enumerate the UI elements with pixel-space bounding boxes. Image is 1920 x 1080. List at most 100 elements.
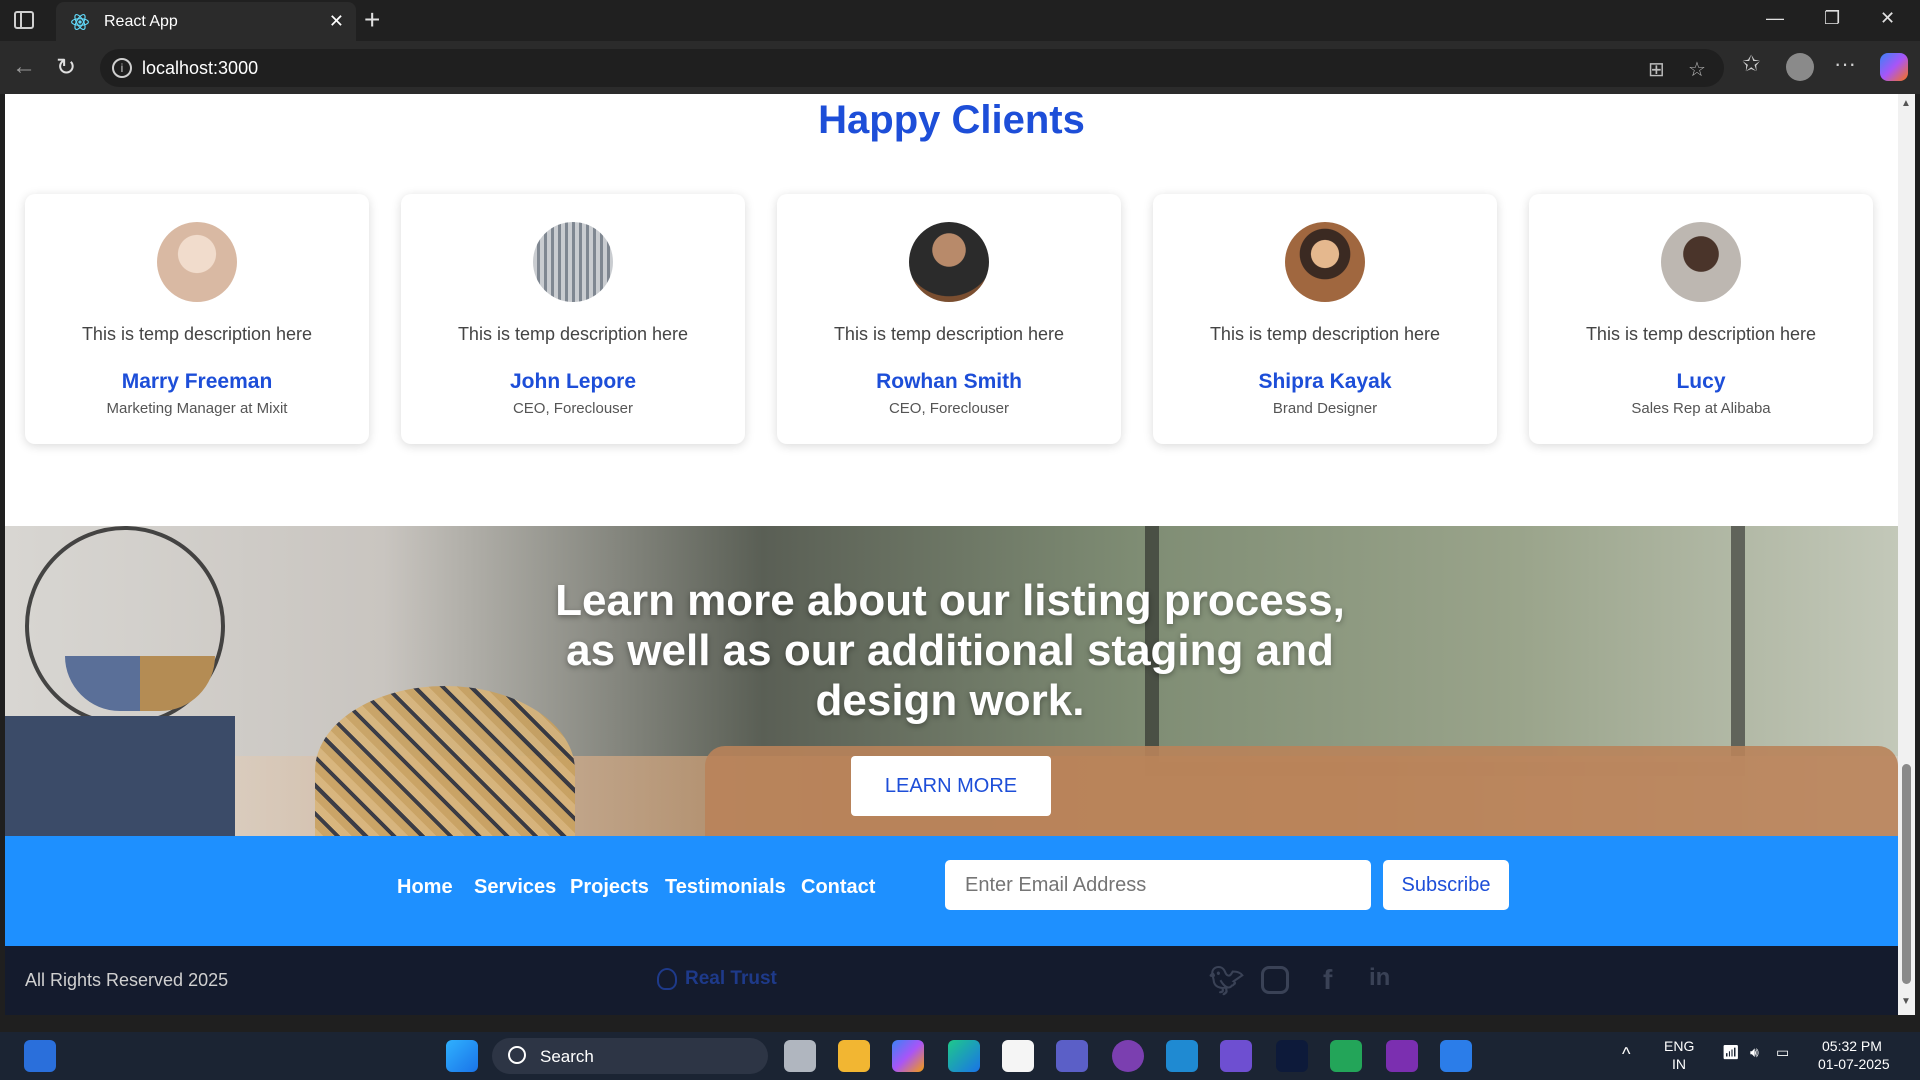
copilot-icon[interactable] [1880, 53, 1908, 81]
qc-app-icon[interactable] [1330, 1040, 1362, 1072]
edge-icon[interactable] [948, 1040, 980, 1072]
browser-tab[interactable]: React App ✕ [56, 2, 356, 41]
restore-icon[interactable]: ❐ [1824, 8, 1840, 29]
instagram-icon[interactable] [1261, 966, 1289, 994]
photoshop-icon[interactable] [1276, 1040, 1308, 1072]
client-description: This is temp description here [1209, 324, 1441, 344]
client-description: This is temp description here [457, 324, 689, 344]
clock-date[interactable]: 01-07-2025 [1818, 1056, 1890, 1072]
minimize-icon[interactable]: — [1766, 8, 1784, 29]
client-role: Marketing Manager at Mixit [106, 400, 288, 417]
scroll-up-icon[interactable]: ▲ [1901, 98, 1911, 109]
client-name: John Lepore [509, 370, 636, 393]
client-description: This is temp description here [1585, 324, 1817, 344]
address-bar-row: ← ↻ i localhost:3000 ⊞ ☆ ✩ ··· [0, 41, 1920, 94]
learn-more-button[interactable]: LEARN MORE [851, 756, 1051, 816]
client-cards: This is temp description here Marry Free… [25, 194, 1880, 444]
client-role: CEO, Foreclouser [888, 400, 1010, 417]
linkedin-icon[interactable]: in [1369, 964, 1390, 992]
show-hidden-icons[interactable]: ^ [1622, 1044, 1630, 1065]
copyright-text: All Rights Reserved 2025 [25, 970, 229, 990]
avatar [533, 222, 613, 302]
facebook-icon[interactable]: f [1323, 964, 1332, 996]
client-role: Brand Designer [1272, 400, 1378, 417]
scroll-thumb[interactable] [1902, 764, 1911, 984]
client-description: This is temp description here [81, 324, 313, 344]
footer-link-testimonials[interactable]: Testimonials [665, 876, 786, 899]
close-window-icon[interactable]: ✕ [1880, 8, 1895, 29]
reload-icon[interactable]: ↻ [56, 53, 76, 82]
widgets-icon[interactable] [24, 1040, 56, 1072]
taskbar-search[interactable]: Search [492, 1038, 768, 1074]
client-card: This is temp description here Lucy Sales… [1529, 194, 1873, 444]
more-options-icon[interactable]: ··· [1834, 51, 1856, 77]
volume-icon[interactable]: 🔊︎ [1750, 1044, 1759, 1061]
listing-banner: Learn more about our listing process, as… [5, 526, 1898, 836]
client-role: CEO, Foreclouser [512, 400, 634, 417]
client-role: Sales Rep at Alibaba [1631, 400, 1771, 417]
react-icon [71, 14, 89, 30]
banner-heading: Learn more about our listing process, as… [555, 576, 1345, 725]
footer-bottom: All Rights Reserved 2025 Real Trust 🐦︎ f… [5, 946, 1898, 1015]
teams-icon[interactable] [1056, 1040, 1088, 1072]
tab-title: React App [104, 13, 178, 30]
client-name: Lucy [1676, 370, 1726, 393]
client-card: This is temp description here Marry Free… [25, 194, 369, 444]
github-icon[interactable] [1112, 1040, 1144, 1072]
search-label: Search [540, 1047, 594, 1066]
search-icon [508, 1046, 526, 1064]
client-description: This is temp description here [833, 324, 1065, 344]
client-card: This is temp description here John Lepor… [401, 194, 745, 444]
copilot-app-icon[interactable] [892, 1040, 924, 1072]
region-indicator[interactable]: IN [1672, 1056, 1686, 1072]
store-icon[interactable] [1002, 1040, 1034, 1072]
app-available-icon[interactable]: ⊞ [1648, 57, 1665, 82]
close-tab-icon[interactable]: ✕ [329, 11, 344, 32]
client-name: Marry Freeman [121, 370, 273, 393]
start-icon[interactable] [446, 1040, 478, 1072]
visual-studio-icon[interactable] [1220, 1040, 1252, 1072]
subscribe-button[interactable]: Subscribe [1383, 860, 1509, 910]
vscode-icon[interactable] [1166, 1040, 1198, 1072]
footer-link-home[interactable]: Home [397, 876, 453, 899]
avatar [1285, 222, 1365, 302]
avatar [1661, 222, 1741, 302]
profile-avatar-icon[interactable] [1786, 53, 1814, 81]
avatar [157, 222, 237, 302]
todo-icon[interactable] [1440, 1040, 1472, 1072]
language-indicator[interactable]: ENG [1664, 1038, 1694, 1054]
battery-icon[interactable]: ▭ [1776, 1044, 1789, 1061]
favorite-star-icon[interactable]: ☆ [1688, 57, 1706, 82]
footer-link-services[interactable]: Services [474, 876, 556, 899]
task-view-icon[interactable] [784, 1040, 816, 1072]
file-explorer-icon[interactable] [838, 1040, 870, 1072]
email-input[interactable] [945, 860, 1371, 910]
client-name: Shipra Kayak [1258, 370, 1392, 393]
client-card: This is temp description here Shipra Kay… [1153, 194, 1497, 444]
address-bar[interactable]: i localhost:3000 ⊞ ☆ [100, 49, 1724, 87]
cabinet-decoration [5, 716, 235, 836]
footer-link-contact[interactable]: Contact [801, 876, 875, 899]
twitter-icon[interactable]: 🐦︎ [1209, 964, 1245, 997]
real-trust-logo-icon [657, 968, 677, 990]
chair-decoration [315, 686, 575, 836]
footer-link-projects[interactable]: Projects [570, 876, 649, 899]
url-text[interactable]: localhost:3000 [142, 58, 258, 79]
info-icon[interactable]: i [112, 58, 132, 78]
footer-newsletter: Home Services Projects Testimonials Cont… [5, 836, 1898, 946]
client-name: Rowhan Smith [876, 370, 1022, 393]
clock-time[interactable]: 05:32 PM [1822, 1038, 1882, 1054]
sidebar-toggle-icon[interactable] [14, 11, 34, 29]
page-scrollbar[interactable]: ▲ ▼ [1898, 94, 1915, 1015]
windows-taskbar: Search ^ ENG IN 📶︎ 🔊︎ ▭ 05:32 PM 01-07-2… [0, 1032, 1920, 1080]
scroll-down-icon[interactable]: ▼ [1901, 996, 1911, 1007]
page-viewport: Happy Clients This is temp description h… [5, 94, 1898, 1015]
back-icon[interactable]: ← [12, 53, 36, 81]
browser-titlebar: React App ✕ + — ❐ ✕ [0, 0, 1920, 41]
onenote-icon[interactable] [1386, 1040, 1418, 1072]
avatar [909, 222, 989, 302]
favorites-icon[interactable]: ✩ [1742, 51, 1760, 77]
new-tab-icon[interactable]: + [364, 4, 380, 36]
client-card: This is temp description here Rowhan Smi… [777, 194, 1121, 444]
wifi-icon[interactable]: 📶︎ [1722, 1044, 1740, 1061]
